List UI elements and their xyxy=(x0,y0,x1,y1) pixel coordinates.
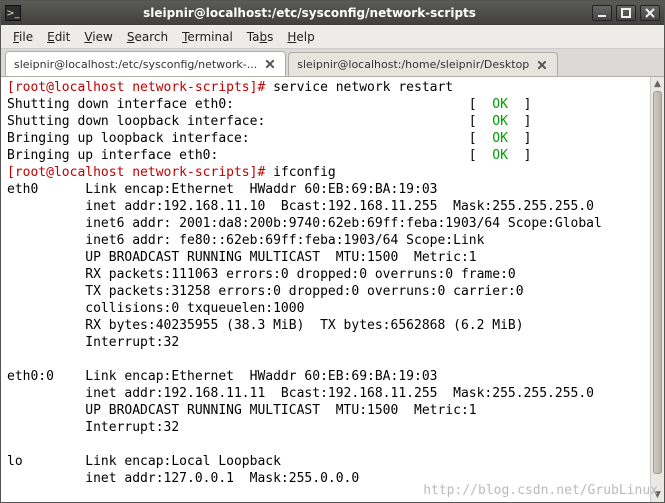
scroll-up-arrow[interactable]: ▲ xyxy=(651,77,664,91)
ifconfig-eth0-line9: RX bytes:40235955 (38.3 MiB) TX bytes:65… xyxy=(7,318,524,333)
terminal-app-icon: >_ xyxy=(5,5,21,21)
titlebar: >_ sleipnir@localhost:/etc/sysconfig/net… xyxy=(1,1,664,25)
tab-0-close[interactable] xyxy=(263,57,277,71)
terminal-area: [root@localhost network-scripts]# servic… xyxy=(1,77,664,502)
terminal-output[interactable]: [root@localhost network-scripts]# servic… xyxy=(1,77,664,502)
menu-help-label: elp xyxy=(296,30,314,44)
out-bringup-lo: Bringing up loopback interface: [ xyxy=(7,131,492,146)
menu-edit[interactable]: Edit xyxy=(41,28,76,46)
menu-tabs[interactable]: Tabs xyxy=(241,28,280,46)
tab-1[interactable]: sleipnir@localhost:/home/sleipnir/Deskto… xyxy=(288,52,558,76)
close-button[interactable] xyxy=(640,5,660,21)
minimize-icon xyxy=(597,8,607,18)
ifconfig-lo-line2: inet addr:127.0.0.1 Mask:255.0.0.0 xyxy=(7,471,359,486)
maximize-icon xyxy=(621,8,631,18)
menu-edit-label: dit xyxy=(55,30,71,44)
vertical-scrollbar[interactable]: ▲ ▼ xyxy=(650,77,664,502)
ifconfig-eth0-line4: inet6 addr: fe80::62eb:69ff:feba:1903/64… xyxy=(7,233,484,248)
menubar: File Edit View Search Terminal Tabs Help xyxy=(1,25,664,49)
ifconfig-eth0-line3: inet6 addr: 2001:da8:200b:9740:62eb:69ff… xyxy=(7,216,602,231)
out-shutdown-lo: Shutting down loopback interface: [ xyxy=(7,114,492,129)
menu-help[interactable]: Help xyxy=(281,28,320,46)
out-shutdown-eth0: Shutting down interface eth0: [ xyxy=(7,97,492,112)
status-ok: OK xyxy=(492,114,508,129)
status-ok: OK xyxy=(492,148,508,163)
menu-terminal-label: erminal xyxy=(187,30,232,44)
tab-1-label: sleipnir@localhost:/home/sleipnir/Deskto… xyxy=(297,58,529,71)
ifconfig-eth00-line1: eth0:0 Link encap:Ethernet HWaddr 60:EB:… xyxy=(7,369,437,384)
cmd-ifconfig: ifconfig xyxy=(273,165,336,180)
ifconfig-eth00-line3: UP BROADCAST RUNNING MULTICAST MTU:1500 … xyxy=(7,403,477,418)
ifconfig-eth0-line7: TX packets:31258 errors:0 dropped:0 over… xyxy=(7,284,524,299)
status-ok: OK xyxy=(492,131,508,146)
close-icon xyxy=(266,60,274,68)
menu-search[interactable]: Search xyxy=(121,28,174,46)
tab-0[interactable]: sleipnir@localhost:/etc/sysconfig/networ… xyxy=(5,51,286,76)
ifconfig-eth0-line5: UP BROADCAST RUNNING MULTICAST MTU:1500 … xyxy=(7,250,477,265)
tab-0-label: sleipnir@localhost:/etc/sysconfig/networ… xyxy=(14,58,257,71)
status-ok: OK xyxy=(492,97,508,112)
window-controls xyxy=(592,5,660,21)
scrollbar-thumb[interactable] xyxy=(653,91,662,474)
prompt-2: [root@localhost network-scripts]# xyxy=(7,165,273,180)
tabbar: sleipnir@localhost:/etc/sysconfig/networ… xyxy=(1,49,664,77)
maximize-button[interactable] xyxy=(616,5,636,21)
out-bringup-eth0: Bringing up interface eth0: [ xyxy=(7,148,492,163)
minimize-button[interactable] xyxy=(592,5,612,21)
menu-terminal[interactable]: Terminal xyxy=(176,28,239,46)
window-title: sleipnir@localhost:/etc/sysconfig/networ… xyxy=(27,6,592,20)
menu-file-label: ile xyxy=(19,30,33,44)
ifconfig-eth0-line6: RX packets:111063 errors:0 dropped:0 ove… xyxy=(7,267,516,282)
close-icon xyxy=(645,8,655,18)
menu-view[interactable]: View xyxy=(78,28,118,46)
ifconfig-eth0-line1: eth0 Link encap:Ethernet HWaddr 60:EB:69… xyxy=(7,182,437,197)
ifconfig-eth0-line8: collisions:0 txqueuelen:1000 xyxy=(7,301,304,316)
cmd-service-restart: service network restart xyxy=(273,80,453,95)
ifconfig-eth0-line2: inet addr:192.168.11.10 Bcast:192.168.11… xyxy=(7,199,594,214)
menu-view-label: iew xyxy=(92,30,113,44)
menu-search-label: earch xyxy=(134,30,168,44)
ifconfig-eth00-line2: inet addr:192.168.11.11 Bcast:192.168.11… xyxy=(7,386,594,401)
tab-1-close[interactable] xyxy=(535,58,549,72)
close-icon xyxy=(538,61,546,69)
scroll-down-arrow[interactable]: ▼ xyxy=(651,488,664,502)
ifconfig-lo-line1: lo Link encap:Local Loopback xyxy=(7,454,281,469)
prompt-1: [root@localhost network-scripts]# xyxy=(7,80,273,95)
ifconfig-eth00-line4: Interrupt:32 xyxy=(7,420,179,435)
menu-tabs-label: s xyxy=(267,30,273,44)
menu-file[interactable]: File xyxy=(7,28,39,46)
ifconfig-eth0-line10: Interrupt:32 xyxy=(7,335,179,350)
